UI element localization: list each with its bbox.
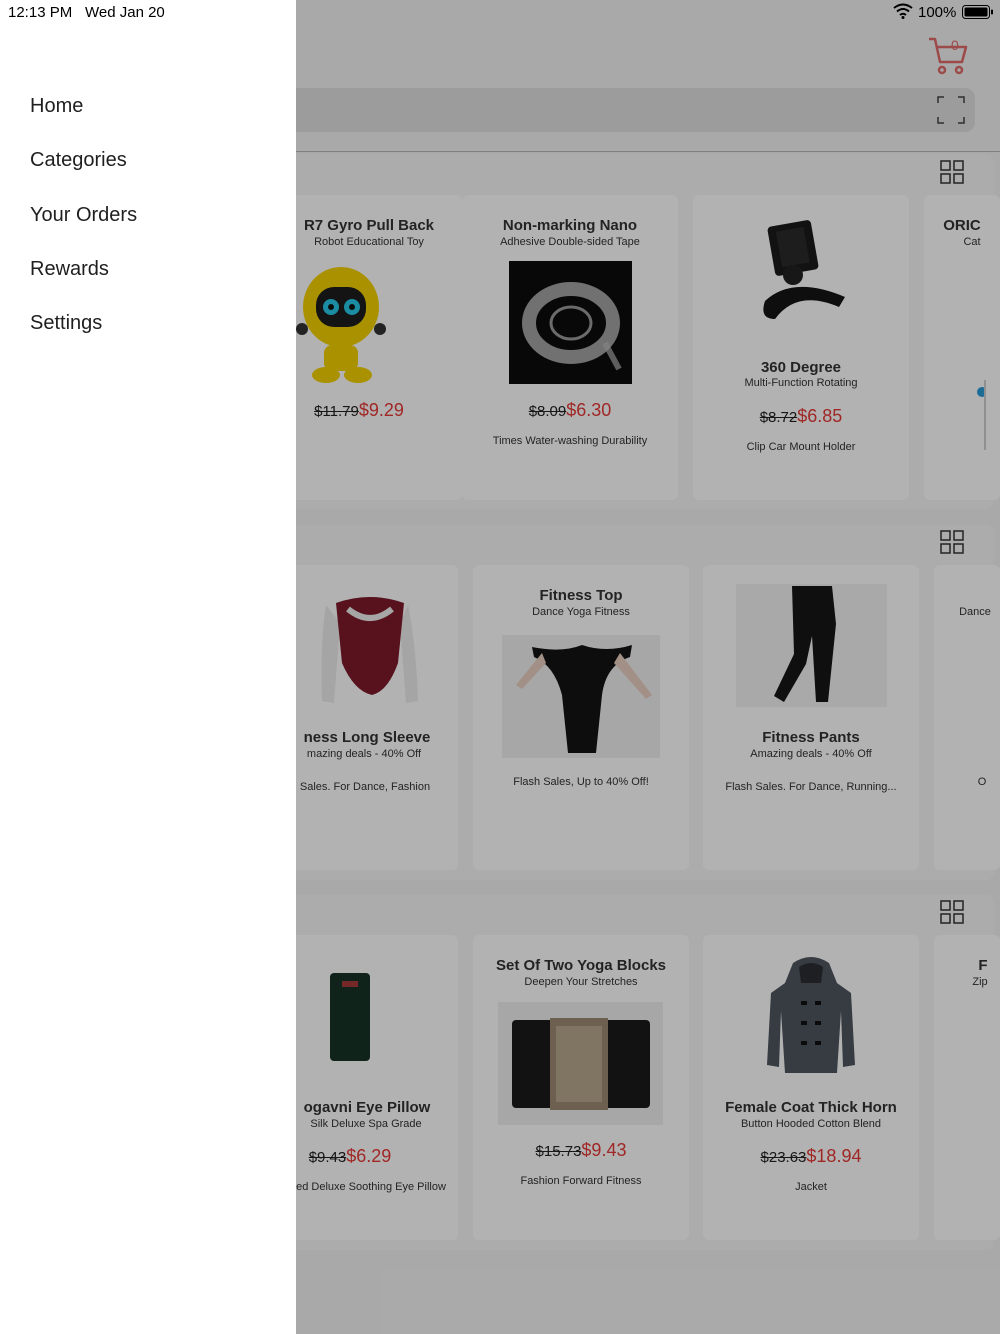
menu-item-rewards[interactable]: Rewards	[30, 258, 109, 281]
battery-icon	[962, 5, 994, 23]
menu-item-your-orders[interactable]: Your Orders	[30, 204, 137, 227]
side-drawer: Home Categories Your Orders Rewards Sett…	[0, 0, 296, 1334]
menu-item-home[interactable]: Home	[30, 95, 83, 118]
menu-item-categories[interactable]: Categories	[30, 149, 127, 172]
status-date: Wed Jan 20	[85, 4, 165, 21]
wifi-icon	[893, 3, 913, 23]
status-battery-percent: 100%	[918, 4, 957, 21]
menu-item-settings[interactable]: Settings	[30, 312, 102, 335]
status-time: 12:13 PM	[8, 4, 73, 21]
